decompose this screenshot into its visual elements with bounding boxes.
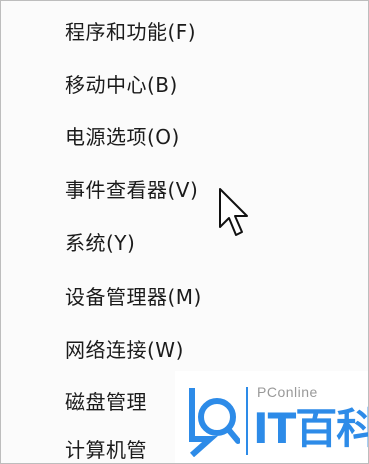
arrow-pointer-icon <box>219 188 248 236</box>
menu-item-power-options[interactable]: 电源选项(O) <box>65 122 180 152</box>
menu-item-event-viewer[interactable]: 事件查看器(V) <box>65 175 198 205</box>
watermark-brand-small: PConline <box>257 384 318 400</box>
menu-item-device-manager[interactable]: 设备管理器(M) <box>65 282 202 312</box>
watermark-divider <box>246 387 248 455</box>
menu-item-system[interactable]: 系统(Y) <box>65 228 135 258</box>
menu-item-disk-management[interactable]: 磁盘管理 <box>65 387 147 417</box>
menu-item-programs-and-features[interactable]: 程序和功能(F) <box>65 17 196 47</box>
watermark-brand-big: IT百科 <box>253 404 369 453</box>
pconline-watermark: PConline IT百科 <box>175 371 369 463</box>
menu-item-computer-management[interactable]: 计算机管 <box>65 435 147 463</box>
search-magnifier-logo-icon <box>189 388 240 457</box>
menu-item-mobility-center[interactable]: 移动中心(B) <box>65 70 178 100</box>
context-menu-frame: 程序和功能(F) 移动中心(B) 电源选项(O) 事件查看器(V) 系统(Y) … <box>0 0 369 464</box>
menu-item-network-connections[interactable]: 网络连接(W) <box>65 335 184 365</box>
